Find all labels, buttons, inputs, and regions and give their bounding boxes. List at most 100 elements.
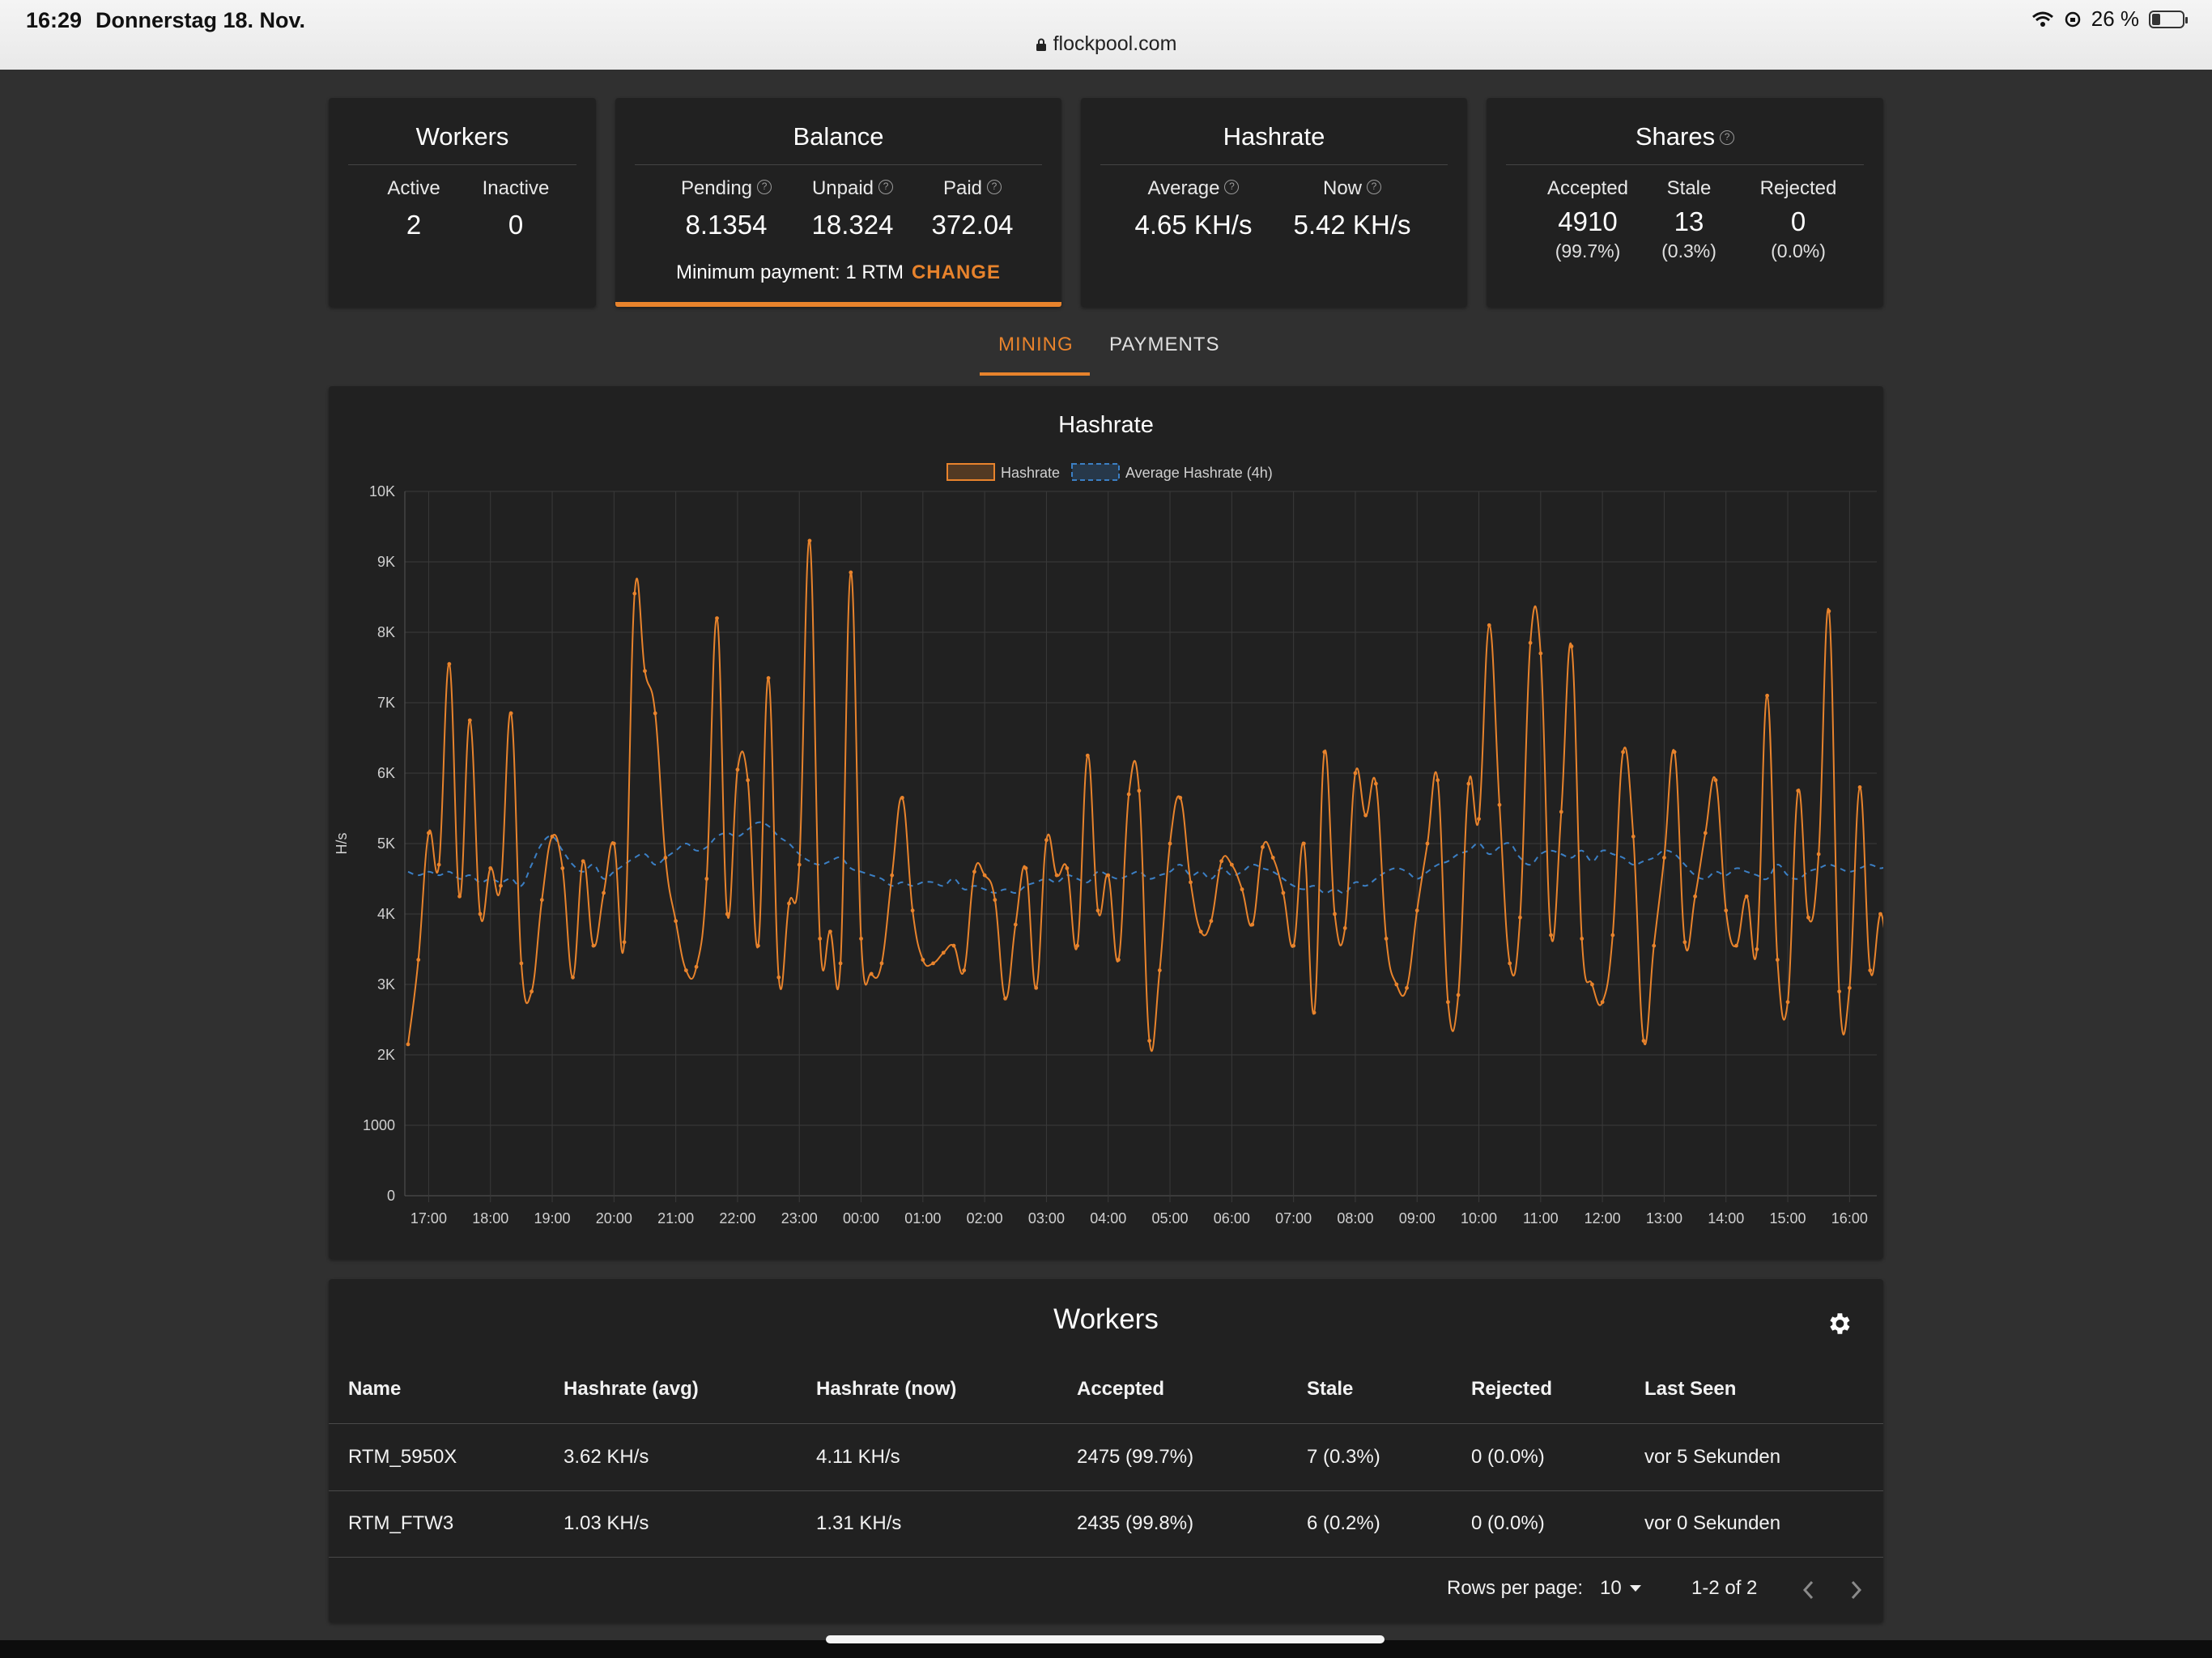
workers-card-title: Workers xyxy=(415,122,509,151)
hashrate-point xyxy=(1054,873,1059,878)
gear-icon[interactable] xyxy=(1825,1310,1853,1337)
hashrate-point xyxy=(436,862,441,867)
hashrate-point xyxy=(879,961,884,966)
hashrate-point xyxy=(1023,866,1028,870)
help-icon[interactable]: ? xyxy=(757,180,772,194)
hashrate-point xyxy=(1270,856,1275,860)
shares-summary-card: Shares? Accepted 4910 (99.7%) Stale 13 (… xyxy=(1487,98,1883,307)
x-tick-label: 04:00 xyxy=(1090,1210,1126,1226)
help-icon[interactable]: ? xyxy=(1224,180,1240,194)
tab-mining[interactable]: MINING xyxy=(998,334,1074,356)
balance-unpaid-value: 18.324 xyxy=(811,210,894,240)
hashrate-point xyxy=(571,975,575,980)
cell-hashrate-now: 1.31 KH/s xyxy=(816,1512,902,1534)
workers-active-value: 2 xyxy=(406,210,422,240)
y-tick-label: 10K xyxy=(369,483,395,500)
column-header-stale[interactable]: Stale xyxy=(1307,1378,1353,1401)
workers-table-card: Workers Name Hashrate (avg) Hashrate (no… xyxy=(329,1279,1883,1622)
hashrate-point xyxy=(1497,802,1502,807)
hashrate-point xyxy=(1693,894,1697,899)
hashrate-point xyxy=(488,866,493,870)
hashrate-point xyxy=(1219,859,1224,864)
rows-per-page-select[interactable]: 10 xyxy=(1600,1577,1641,1600)
x-tick-label: 21:00 xyxy=(657,1210,694,1226)
x-tick-label: 07:00 xyxy=(1275,1210,1312,1226)
hashrate-point xyxy=(1157,968,1162,972)
column-header-name[interactable]: Name xyxy=(348,1378,401,1401)
shares-accepted-value: 4910 xyxy=(1558,206,1618,236)
hashrate-point xyxy=(1261,844,1265,849)
hashrate-point xyxy=(1126,792,1131,797)
hashrate-point xyxy=(1878,912,1882,916)
hashrate-now-value: 5.42 KH/s xyxy=(1293,210,1411,240)
hashrate-point xyxy=(1456,993,1461,997)
column-header-accepted[interactable]: Accepted xyxy=(1077,1378,1164,1401)
hashrate-point xyxy=(1301,841,1306,846)
cell-last-seen: vor 0 Sekunden xyxy=(1644,1512,1781,1534)
hashrate-point xyxy=(725,912,730,916)
hashrate-point xyxy=(1549,933,1553,937)
cell-accepted: 2475 (99.7%) xyxy=(1077,1446,1194,1468)
hashrate-point xyxy=(900,796,904,800)
workers-summary-card: Workers Active 2 Inactive 0 xyxy=(329,98,596,307)
minimum-payment: Minimum payment: 1 RTM CHANGE xyxy=(615,261,1061,284)
hashrate-point xyxy=(519,961,524,966)
help-icon[interactable]: ? xyxy=(987,180,1002,194)
shares-accepted-stat: Accepted 4910 (99.7%) xyxy=(1527,177,1648,262)
help-icon[interactable]: ? xyxy=(1367,180,1381,194)
balance-unpaid-label: Unpaid xyxy=(811,177,874,199)
chevron-right-icon[interactable] xyxy=(1848,1579,1864,1601)
hashrate-now-stat: Now? 5.42 KH/s xyxy=(1275,177,1429,240)
hashrate-point xyxy=(776,975,781,980)
x-tick-label: 18:00 xyxy=(472,1210,508,1226)
hashrate-point xyxy=(508,711,513,716)
hashrate-average-value: 4.65 KH/s xyxy=(1134,210,1253,240)
hashrate-point xyxy=(1518,915,1522,920)
y-tick-label: 0 xyxy=(387,1188,395,1204)
hashrate-point xyxy=(674,919,678,924)
hashrate-point xyxy=(1405,985,1409,990)
hashrate-point xyxy=(921,958,925,962)
hashrate-point xyxy=(1384,937,1389,941)
change-min-payment-button[interactable]: CHANGE xyxy=(912,261,1001,283)
y-tick-label: 3K xyxy=(377,976,395,993)
hashrate-point xyxy=(467,718,472,723)
hashrate-point xyxy=(1013,922,1018,927)
hashrate-point xyxy=(1333,912,1337,916)
hashrate-point xyxy=(1713,778,1718,783)
hashrate-point xyxy=(1559,810,1563,814)
hashrate-point xyxy=(1600,1000,1605,1005)
battery-percent: 26 % xyxy=(2091,6,2139,31)
shares-stale-pct: (0.3%) xyxy=(1661,240,1716,261)
tab-payments[interactable]: PAYMENTS xyxy=(1109,334,1219,356)
hashrate-point xyxy=(653,711,657,716)
home-indicator[interactable] xyxy=(826,1635,1385,1643)
page-range: 1-2 of 2 xyxy=(1691,1577,1758,1599)
chevron-left-icon[interactable] xyxy=(1801,1579,1817,1601)
hashrate-point xyxy=(1044,838,1049,843)
hashrate-point xyxy=(1837,989,1842,994)
help-icon[interactable]: ? xyxy=(1720,130,1735,145)
hashrate-point xyxy=(1847,985,1852,990)
column-header-hashrate-now[interactable]: Hashrate (now) xyxy=(816,1378,956,1401)
cell-name: RTM_FTW3 xyxy=(348,1512,454,1534)
hashrate-point xyxy=(1095,908,1100,913)
x-tick-label: 09:00 xyxy=(1399,1210,1436,1226)
column-header-rejected[interactable]: Rejected xyxy=(1471,1378,1552,1401)
column-header-hashrate-avg[interactable]: Hashrate (avg) xyxy=(564,1378,699,1401)
y-tick-label: 1000 xyxy=(363,1117,395,1133)
hashrate-point xyxy=(1569,644,1574,648)
balance-paid-label: Paid xyxy=(942,177,983,199)
hashrate-point xyxy=(941,950,946,955)
y-tick-label: 8K xyxy=(377,624,395,640)
address-bar[interactable]: flockpool.com xyxy=(0,32,2212,56)
hashrate-point xyxy=(530,989,534,994)
hashrate-point xyxy=(1445,1000,1450,1005)
hashrate-point xyxy=(1816,852,1821,857)
workers-inactive-label: Inactive xyxy=(482,177,550,199)
cell-rejected: 0 (0.0%) xyxy=(1471,1512,1545,1534)
hashrate-point xyxy=(1137,789,1142,793)
column-header-last-seen[interactable]: Last Seen xyxy=(1644,1378,1736,1401)
status-indicators: 26 % xyxy=(2031,6,2188,32)
help-icon[interactable]: ? xyxy=(878,180,894,194)
